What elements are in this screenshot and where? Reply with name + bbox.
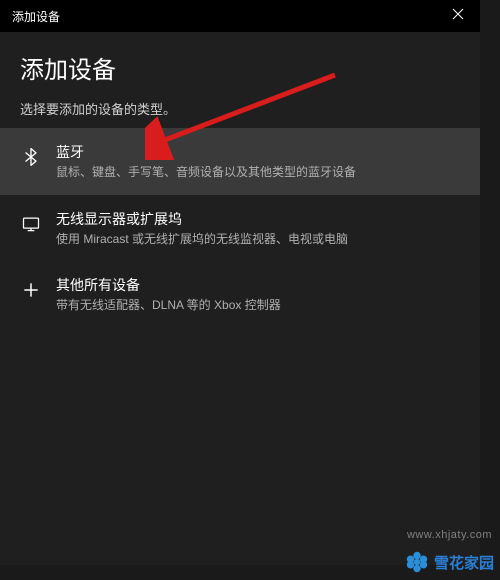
watermark-brand-text: 雪花家园 xyxy=(434,552,494,573)
watermark-brand: 雪花家园 xyxy=(404,549,494,575)
option-text: 无线显示器或扩展坞 使用 Miracast 或无线扩展坞的无线监视器、电视或电脑 xyxy=(56,209,460,248)
option-title: 无线显示器或扩展坞 xyxy=(56,209,460,229)
window-title: 添加设备 xyxy=(12,8,60,25)
option-desc: 鼠标、键盘、手写笔、音频设备以及其他类型的蓝牙设备 xyxy=(56,165,460,181)
option-text: 蓝牙 鼠标、键盘、手写笔、音频设备以及其他类型的蓝牙设备 xyxy=(56,142,460,181)
option-title: 蓝牙 xyxy=(56,142,460,162)
option-text: 其他所有设备 带有无线适配器、DLNA 等的 Xbox 控制器 xyxy=(56,275,460,314)
titlebar: 添加设备 xyxy=(0,0,480,32)
bluetooth-icon xyxy=(20,146,42,168)
snowflake-icon xyxy=(404,549,430,575)
close-icon xyxy=(452,7,464,25)
option-desc: 带有无线适配器、DLNA 等的 Xbox 控制器 xyxy=(56,298,460,314)
dialog-title: 添加设备 xyxy=(20,50,460,85)
display-icon xyxy=(20,213,42,235)
dialog-subtitle: 选择要添加的设备的类型。 xyxy=(20,99,460,118)
option-wireless-display[interactable]: 无线显示器或扩展坞 使用 Miracast 或无线扩展坞的无线监视器、电视或电脑 xyxy=(0,195,480,262)
option-desc: 使用 Miracast 或无线扩展坞的无线监视器、电视或电脑 xyxy=(56,232,460,248)
device-type-list: 蓝牙 鼠标、键盘、手写笔、音频设备以及其他类型的蓝牙设备 无线显示器或扩展坞 使… xyxy=(0,128,480,328)
watermark-url: www.xhjaty.com xyxy=(407,529,492,541)
close-button[interactable] xyxy=(435,0,480,32)
plus-icon xyxy=(20,279,42,301)
dialog-header: 添加设备 选择要添加的设备的类型。 xyxy=(0,32,480,118)
option-bluetooth[interactable]: 蓝牙 鼠标、键盘、手写笔、音频设备以及其他类型的蓝牙设备 xyxy=(0,128,480,195)
option-title: 其他所有设备 xyxy=(56,275,460,295)
option-everything-else[interactable]: 其他所有设备 带有无线适配器、DLNA 等的 Xbox 控制器 xyxy=(0,261,480,328)
add-device-dialog: 添加设备 添加设备 选择要添加的设备的类型。 蓝牙 鼠标、键盘、手写笔、音频设备… xyxy=(0,0,480,565)
